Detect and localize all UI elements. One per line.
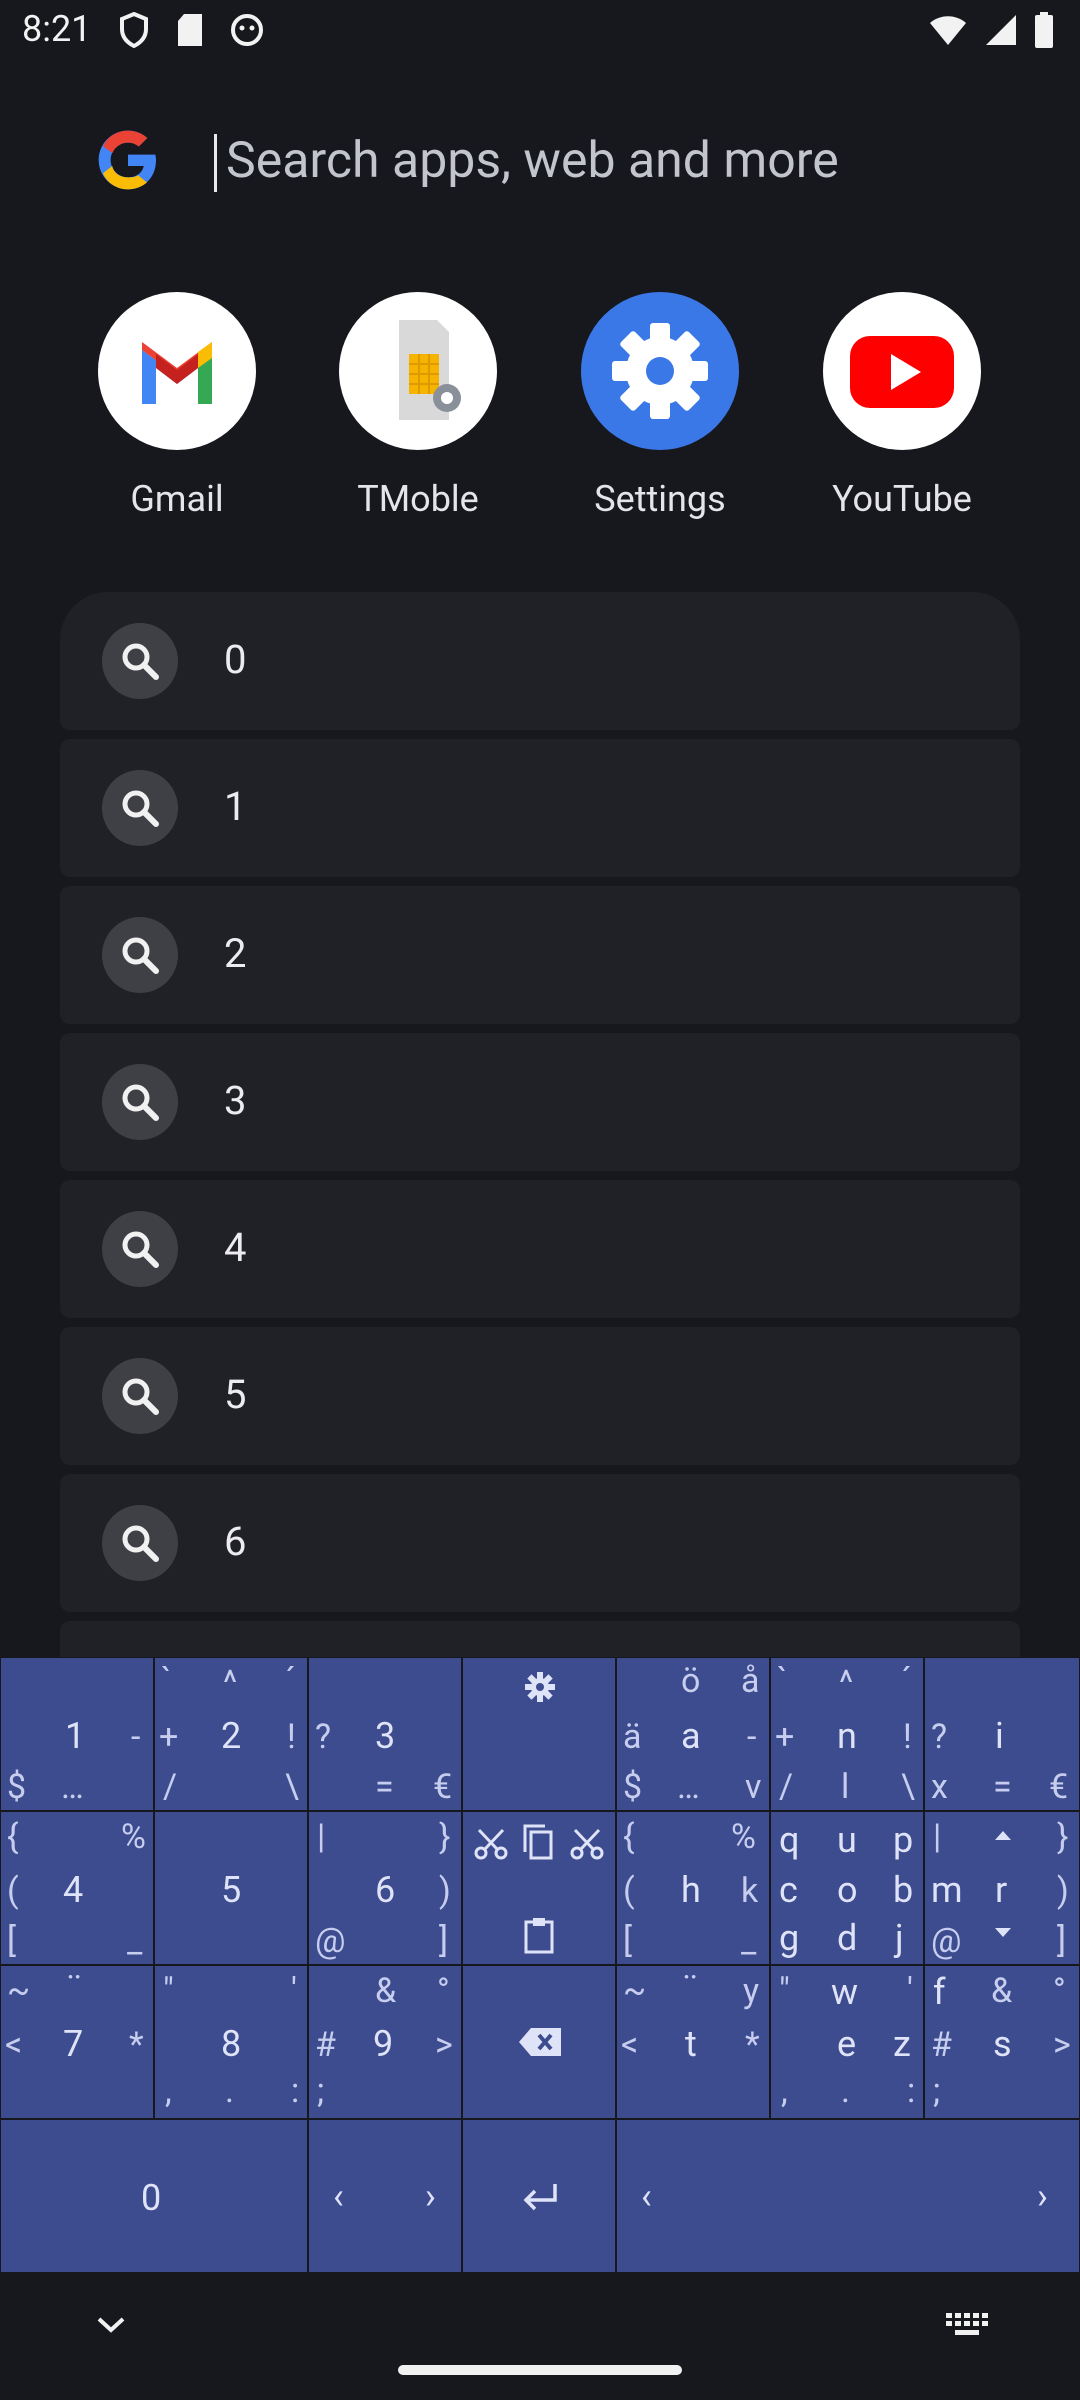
wifi-icon xyxy=(930,16,966,45)
arrow-left-icon: ‹ xyxy=(641,2175,652,2217)
key-9[interactable]: & ° # 9 > ; xyxy=(308,1965,462,2119)
suggestion-row[interactable]: 4 xyxy=(60,1180,1020,1318)
arrow-right-icon: › xyxy=(425,2175,436,2217)
copy-icon xyxy=(523,1824,553,1860)
google-logo-icon xyxy=(98,130,156,190)
cut-icon xyxy=(474,1828,508,1860)
suggestion-text: 2 xyxy=(224,930,247,977)
suggestion-text: 0 xyxy=(224,636,247,683)
search-icon xyxy=(102,917,178,993)
search-icon xyxy=(102,1211,178,1287)
suggestion-row[interactable]: 0 xyxy=(60,592,1020,730)
home-handle[interactable] xyxy=(398,2365,682,2375)
key-6[interactable]: | } 6 ) @ ] xyxy=(308,1811,462,1965)
suggestion-row[interactable]: 1 xyxy=(60,739,1020,877)
enter-icon xyxy=(523,2184,557,2211)
cat-face-icon xyxy=(231,14,263,46)
suggestion-text: 6 xyxy=(224,1518,247,1565)
key-2[interactable]: ` ^ ´ + 2 ! / \ xyxy=(154,1657,308,1811)
key-4[interactable]: { % ( 4 [ _ xyxy=(0,1811,154,1965)
keyboard-icon[interactable] xyxy=(944,2311,992,2339)
suggestion-row[interactable]: 5 xyxy=(60,1327,1020,1465)
key-settings[interactable] xyxy=(462,1657,616,1811)
arrow-right-icon: › xyxy=(1037,2175,1048,2217)
search-icon xyxy=(102,623,178,699)
key-1[interactable]: 1 - $ … xyxy=(0,1657,154,1811)
shield-icon xyxy=(120,12,148,48)
app-label: Settings xyxy=(594,478,726,520)
signal-icon xyxy=(986,15,1016,45)
key-e[interactable]: " w ' e z , . : xyxy=(770,1965,924,2119)
search-bar[interactable]: Search apps, web and more xyxy=(0,96,1080,232)
suggestion-text: 1 xyxy=(224,783,247,830)
app-label: Gmail xyxy=(130,478,224,520)
suggestion-text: 3 xyxy=(224,1077,247,1124)
app-suggestions: Gmail TMoble Settings YouTube xyxy=(0,292,1080,532)
paste-icon xyxy=(524,1918,554,1954)
key-s[interactable]: f & ° # s > ; xyxy=(924,1965,1080,2119)
caret-down-icon xyxy=(995,1928,1011,1937)
cut-icon xyxy=(570,1828,604,1860)
gear-icon xyxy=(525,1672,555,1702)
search-icon xyxy=(102,1505,178,1581)
key-o[interactable]: q u p c o b g d j xyxy=(770,1811,924,1965)
system-icons xyxy=(928,12,1054,48)
keyboard: 1 - $ … ` ^ ´ + 2 ! / \ ? 3 = € ö å ä a … xyxy=(0,1657,1080,2273)
gmail-icon xyxy=(98,292,256,450)
search-icon xyxy=(102,770,178,846)
key-a[interactable]: ö å ä a - $ … v xyxy=(616,1657,770,1811)
chevron-down-icon[interactable] xyxy=(96,2315,126,2335)
key-0[interactable]: 0 xyxy=(0,2119,308,2273)
sim-card-icon xyxy=(339,292,497,450)
key-r[interactable]: | } m r ) @ ] xyxy=(924,1811,1080,1965)
navigation-bar xyxy=(0,2273,1080,2400)
key-i[interactable]: ? i x = € xyxy=(924,1657,1080,1811)
app-youtube[interactable]: YouTube xyxy=(802,292,1002,520)
key-t[interactable]: ~ ¨ y < t * xyxy=(616,1965,770,2119)
suggestion-row[interactable]: 3 xyxy=(60,1033,1020,1171)
search-icon xyxy=(102,1358,178,1434)
key-clipboard[interactable] xyxy=(462,1811,616,1965)
suggestion-text: 5 xyxy=(224,1371,247,1418)
suggestion-text: 4 xyxy=(224,1224,247,1271)
gear-icon xyxy=(581,292,739,450)
key-h[interactable]: { % ( h k [ _ xyxy=(616,1811,770,1965)
suggestion-row[interactable]: 6 xyxy=(60,1474,1020,1612)
arrow-left-icon: ‹ xyxy=(333,2175,344,2217)
key-8[interactable]: " ' 8 , . : xyxy=(154,1965,308,2119)
caret-up-icon xyxy=(995,1831,1011,1840)
app-gmail[interactable]: Gmail xyxy=(77,292,277,520)
key-7[interactable]: ~ ¨ < 7 * xyxy=(0,1965,154,2119)
search-icon xyxy=(102,1064,178,1140)
app-tmoble[interactable]: TMoble xyxy=(318,292,518,520)
suggestion-row[interactable]: 2 xyxy=(60,886,1020,1024)
space-key[interactable]: ‹ › xyxy=(616,2119,1080,2273)
youtube-icon xyxy=(823,292,981,450)
key-n[interactable]: ` ^ ´ + n ! / l \ xyxy=(770,1657,924,1811)
backspace-icon xyxy=(519,2028,561,2056)
enter-key[interactable] xyxy=(462,2119,616,2273)
cursor-arrows-key[interactable]: ‹ › xyxy=(308,2119,462,2273)
clock: 8:21 xyxy=(22,8,92,50)
app-settings[interactable]: Settings xyxy=(560,292,760,520)
search-suggestions: 0 1 2 3 4 5 6 xyxy=(60,592,1020,1768)
search-input[interactable]: Search apps, web and more xyxy=(226,132,839,190)
key-3[interactable]: ? 3 = € xyxy=(308,1657,462,1811)
text-cursor xyxy=(214,134,217,192)
status-bar: 8:21 xyxy=(0,0,1080,62)
notification-icons xyxy=(118,12,264,48)
app-label: YouTube xyxy=(832,478,972,520)
app-label: TMoble xyxy=(357,478,479,520)
battery-icon xyxy=(1035,12,1053,48)
key-5[interactable]: 5 xyxy=(154,1811,308,1965)
sd-card-icon xyxy=(178,14,202,46)
backspace-key[interactable] xyxy=(462,1965,616,2119)
